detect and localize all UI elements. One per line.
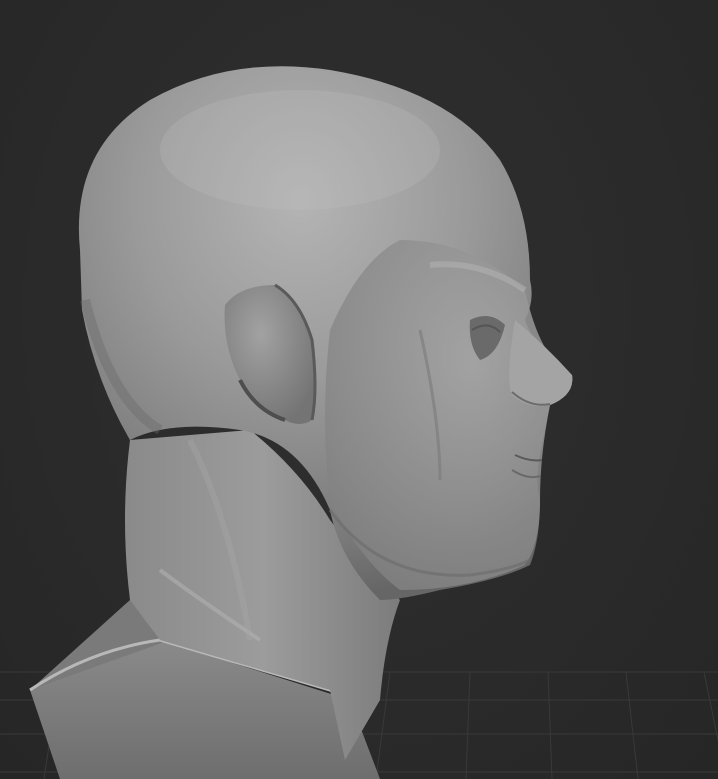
viewport-canvas[interactable] bbox=[0, 0, 718, 779]
3d-viewport[interactable] bbox=[0, 0, 718, 779]
